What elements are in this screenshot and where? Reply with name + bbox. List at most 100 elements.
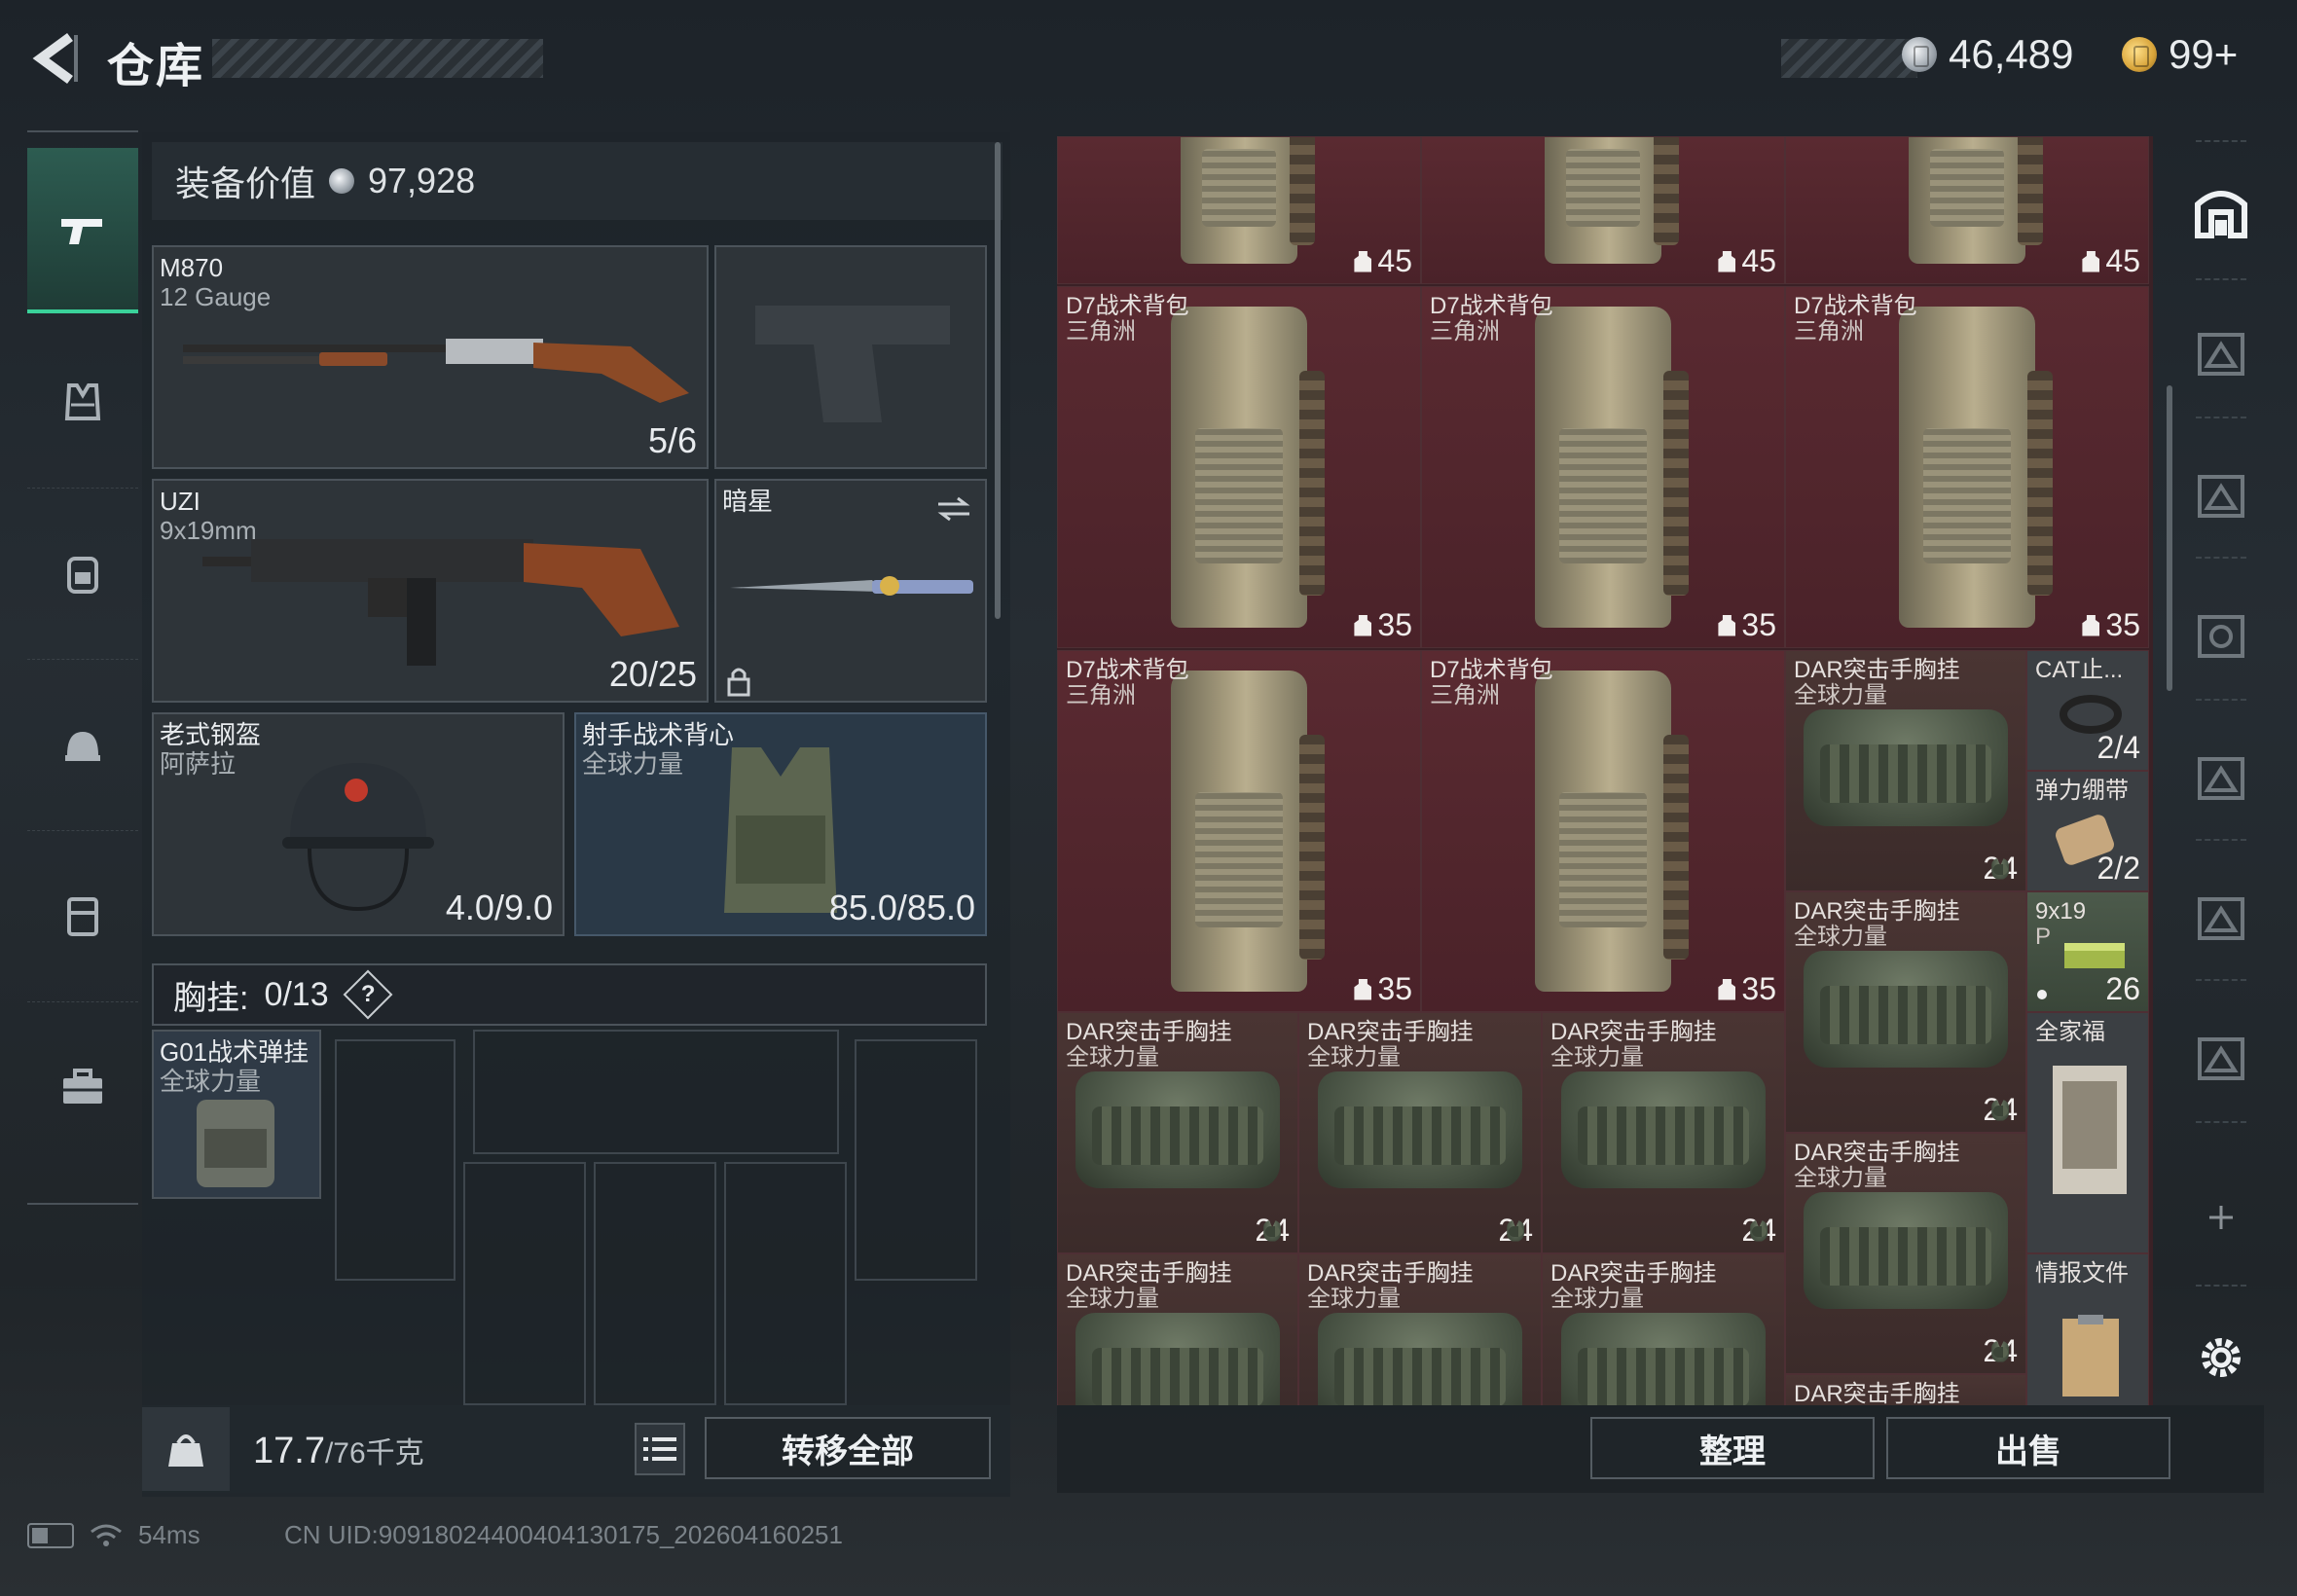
chest-rig-cell[interactable] [473, 1030, 839, 1154]
ammo-box-icon [2064, 943, 2125, 968]
backpack-qty-icon [2082, 614, 2100, 636]
equipment-value-label: 装备价值 [175, 163, 316, 203]
stash-item-dar-rig[interactable]: DAR突击手胸挂 全球力量 24 [1542, 1012, 1785, 1253]
gear-icon [2202, 1338, 2241, 1377]
stash-item-dar-rig[interactable]: DAR突击手胸挂 全球力量 24 [1298, 1012, 1542, 1253]
chest-rig-cell[interactable] [594, 1162, 716, 1405]
item-name: D7战术背包 [1794, 293, 1917, 319]
backpack-qty-icon [1718, 978, 1736, 1000]
weapon-name: M870 [160, 253, 224, 282]
stash-item-dar-rig[interactable]: DAR突击手胸挂 [1785, 1374, 2026, 1405]
equipment-scrollbar[interactable] [995, 142, 1001, 619]
armor-slot[interactable]: 射手战术背心 全球力量 85.0/85.0 [574, 712, 987, 936]
chest-rig-capacity: 0/13 [264, 975, 329, 1013]
rail-main-stash[interactable] [2188, 181, 2254, 241]
item-name: DAR突击手胸挂 [1794, 1140, 1960, 1166]
silver-amount: 46,489 [1949, 31, 2074, 77]
rail-stash-page-3[interactable] [2188, 463, 2254, 524]
item-qty: 35 [1377, 971, 1412, 1006]
stash-page-icon [2198, 333, 2244, 376]
sell-button[interactable]: 出售 [1886, 1417, 2170, 1479]
stash-item-d7-backpack[interactable]: D7战术背包 三角洲 35 [1057, 650, 1421, 1012]
stash-item-tourniquet[interactable]: CAT止... 2/4 [2026, 650, 2149, 771]
stash-item-dar-rig[interactable]: DAR突击手胸挂 全球力量 [1057, 1253, 1298, 1405]
stash-item-dar-rig[interactable]: DAR突击手胸挂 全球力量 24 [1057, 1012, 1298, 1253]
page-title: 仓库 [107, 41, 205, 92]
briefcase-icon [63, 1069, 102, 1104]
nav-item-backpack[interactable] [27, 489, 138, 660]
stash-item-bandage[interactable]: 弹力绷带 2/2 [2026, 771, 2149, 891]
chest-rig-name: G01战术弹挂 [160, 1037, 310, 1067]
swap-icon[interactable] [934, 494, 973, 524]
stash-item-dar-rig[interactable]: DAR突击手胸挂 全球力量 24 [1785, 650, 2026, 891]
item-name: D7战术背包 [1430, 293, 1553, 319]
chest-rig-cell[interactable] [463, 1162, 586, 1405]
help-icon[interactable]: ? [343, 969, 393, 1020]
settings-button[interactable] [2188, 1327, 2254, 1388]
primary-weapon-slot[interactable]: M870 12 Gauge 5/6 [152, 245, 709, 469]
stash-page-icon [2198, 1037, 2244, 1080]
chest-rig-cell[interactable] [335, 1039, 456, 1281]
battery-icon [27, 1522, 74, 1548]
stash-item[interactable]: 45 [1421, 136, 1785, 284]
helmet-slot[interactable]: 老式钢盔 阿萨拉 4.0/9.0 [152, 712, 565, 936]
stash-item[interactable]: 45 [1785, 136, 2149, 284]
stash-scrollbar[interactable] [2167, 385, 2172, 691]
steel-helmet-icon [282, 763, 434, 912]
nav-item-armor[interactable] [27, 317, 138, 489]
stash-item-d7-backpack[interactable]: D7战术背包 三角洲 35 [1057, 286, 1421, 648]
chest-rig-slot[interactable]: G01战术弹挂 全球力量 [152, 1030, 321, 1199]
secondary-weapon-slot[interactable]: UZI 9x19mm 20/25 [152, 479, 709, 703]
item-name: DAR突击手胸挂 [1794, 657, 1960, 683]
back-button[interactable] [27, 29, 82, 88]
item-name: D7战术背包 [1066, 657, 1189, 683]
rail-stash-page-6[interactable] [2188, 886, 2254, 946]
nav-item-weapons[interactable] [27, 148, 138, 313]
stash-item[interactable]: 45 [1057, 136, 1421, 284]
stash-item-d7-backpack[interactable]: D7战术背包 三角洲 35 [1421, 286, 1785, 648]
nav-item-case[interactable] [27, 1002, 138, 1174]
chest-rig-cell[interactable] [855, 1039, 977, 1281]
rail-stash-page-4[interactable] [2188, 603, 2254, 664]
nav-item-helmet[interactable] [27, 660, 138, 831]
weight-max: /76千克 [324, 1437, 424, 1469]
item-origin: 三角洲 [1066, 682, 1136, 708]
rail-stash-page-7[interactable] [2188, 1026, 2254, 1086]
pistol-slot[interactable] [714, 245, 987, 469]
item-origin: 三角洲 [1794, 318, 1864, 345]
rail-stash-page-2[interactable] [2188, 321, 2254, 381]
stash-item-ammo[interactable]: 9x19 P 26 [2026, 891, 2149, 1012]
item-name: DAR突击手胸挂 [1307, 1260, 1474, 1287]
stash-item-dar-rig[interactable]: DAR突击手胸挂 全球力量 [1298, 1253, 1542, 1405]
new-indicator [2037, 990, 2047, 999]
gold-amount: 99+ [2169, 31, 2239, 77]
stash-item-intel-document[interactable]: 情报文件 [2026, 1253, 2149, 1405]
item-origin: 全球力量 [1794, 1165, 1887, 1191]
nav-item-chest-rig[interactable] [27, 831, 138, 1002]
backpack-icon [67, 556, 98, 594]
stash-item-d7-backpack[interactable]: D7战术背包 三角洲 35 [1785, 286, 2149, 648]
stash-page-rail [2188, 136, 2254, 1401]
item-name: D7战术背包 [1430, 657, 1553, 683]
rail-stash-page-5[interactable] [2188, 745, 2254, 806]
gold-currency[interactable]: 99+ [2122, 31, 2238, 78]
stash-item-dar-rig[interactable]: DAR突击手胸挂 全球力量 [1542, 1253, 1785, 1405]
item-qty: 35 [1741, 607, 1776, 642]
chest-rig-bar: 胸挂: 0/13 ? [152, 963, 987, 1026]
sort-button[interactable]: 整理 [1590, 1417, 1875, 1479]
stash-item-family-photo[interactable]: 全家福 [2026, 1012, 2149, 1253]
transfer-all-button[interactable]: 转移全部 [705, 1417, 991, 1479]
pistol-placeholder-icon [755, 306, 950, 422]
equipment-value-header: 装备价值 97,928 [152, 142, 1003, 220]
item-origin: P [2035, 924, 2052, 950]
helmet-icon [65, 731, 100, 761]
helmet-name: 老式钢盔 [160, 720, 262, 749]
melee-slot[interactable]: 暗星 [714, 479, 987, 703]
stash-item-d7-backpack[interactable]: D7战术背包 三角洲 35 [1421, 650, 1785, 1012]
chest-rig-cell[interactable] [724, 1162, 847, 1405]
stash-item-dar-rig[interactable]: DAR突击手胸挂 全球力量 24 [1785, 1133, 2026, 1374]
stash-item-dar-rig[interactable]: DAR突击手胸挂 全球力量 24 [1785, 891, 2026, 1133]
list-view-button[interactable] [635, 1423, 685, 1475]
add-stash-page-button[interactable] [2188, 1187, 2254, 1248]
silver-currency[interactable]: 46,489 [1902, 31, 2073, 78]
